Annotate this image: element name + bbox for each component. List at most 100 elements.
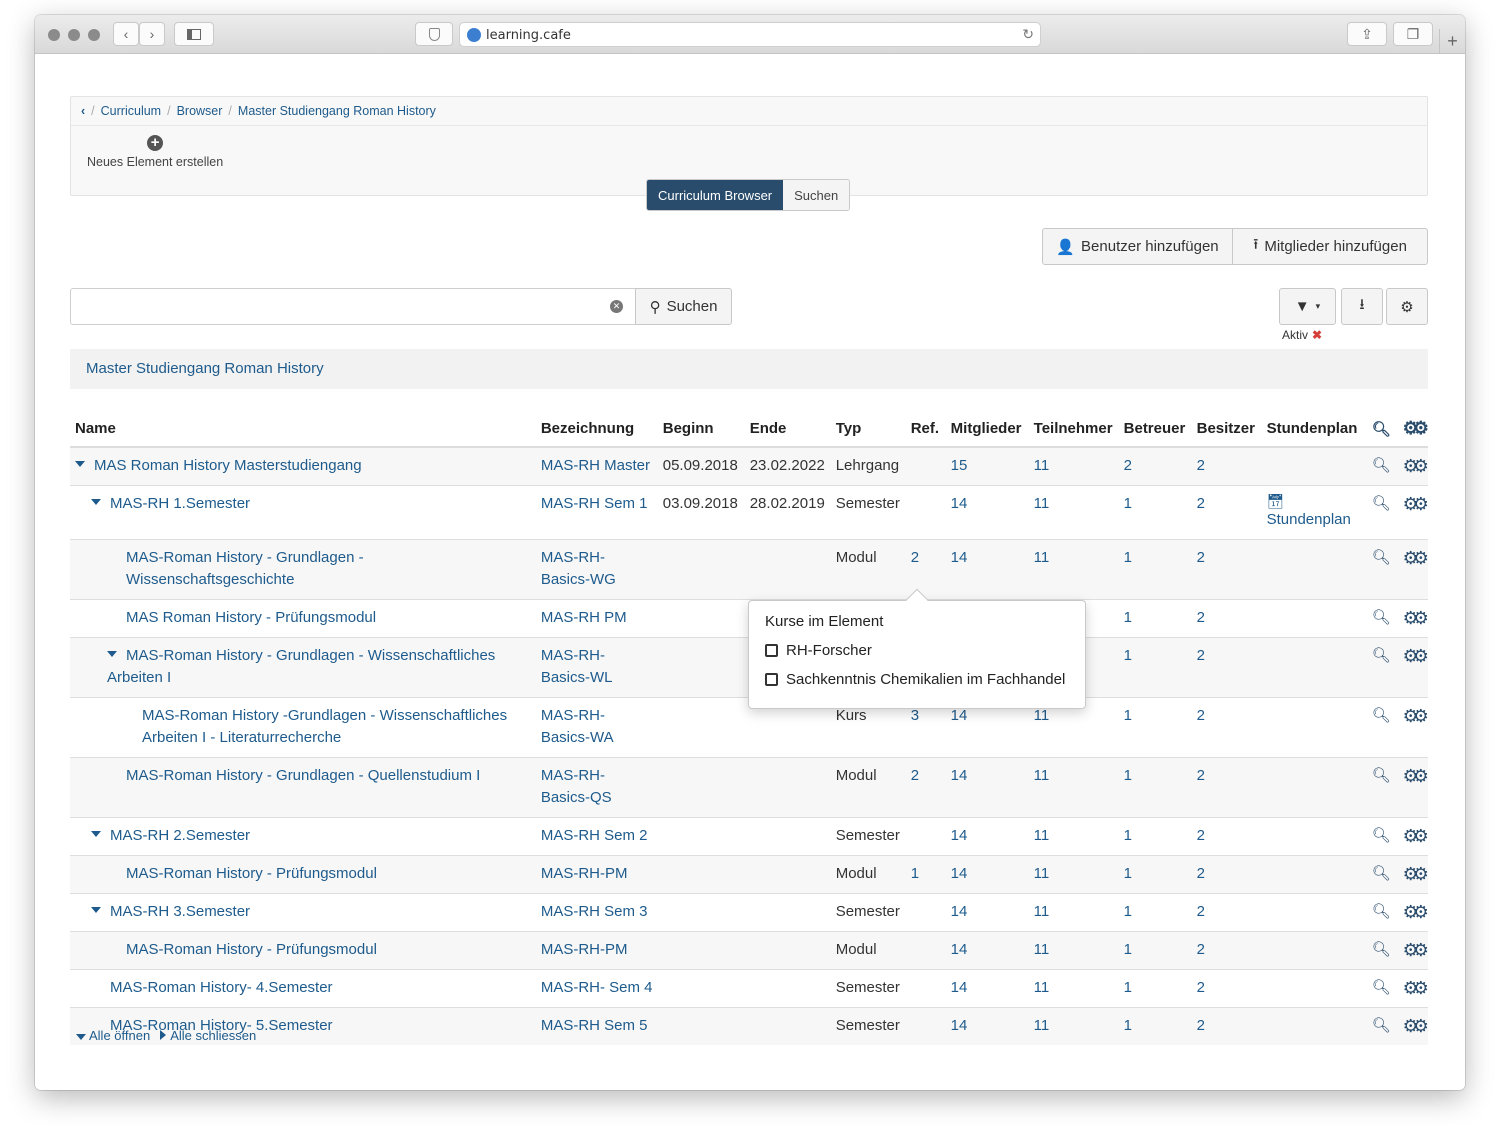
search-input[interactable]: ✕ [70,288,636,325]
row-bezeichnung-link[interactable]: MAS-RH-PM [541,941,628,958]
row-ref-link[interactable]: 2 [911,549,919,566]
col-ref[interactable]: Ref. [905,410,946,448]
settings-button[interactable]: ⚙ [1386,288,1428,325]
row-mitglieder-link[interactable]: 14 [951,903,968,920]
gears-icon[interactable]: ⚙⚙ [1403,455,1429,477]
row-mitglieder-link[interactable]: 14 [951,865,968,882]
row-besitzer-link[interactable]: 2 [1197,941,1205,958]
row-stundenplan-link[interactable]: Stundenplan [1267,511,1351,528]
row-bezeichnung-link[interactable]: MAS-RH-Basics-QS [541,767,612,806]
gears-icon[interactable]: ⚙⚙ [1403,1015,1429,1037]
row-mitglieder-link[interactable]: 14 [951,767,968,784]
privacy-button[interactable] [415,22,453,46]
zoom-icon[interactable]: 🔍︎ [1372,1015,1391,1037]
caret-down-icon[interactable] [91,499,101,506]
close-all-link[interactable]: Alle schliessen [160,1028,256,1043]
row-besitzer-link[interactable]: 2 [1197,647,1205,664]
row-betreuer-link[interactable]: 1 [1124,495,1132,512]
row-teilnehmer-link[interactable]: 11 [1034,1017,1050,1034]
zoom-icon[interactable]: 🔍︎ [1372,547,1391,569]
row-mitglieder-link[interactable]: 14 [951,979,968,996]
zoom-icon[interactable]: 🔍︎ [1372,455,1391,477]
row-name-link[interactable]: MAS-RH 1.Semester [110,495,250,512]
caret-down-icon[interactable] [91,907,101,914]
col-beginn[interactable]: Beginn [657,410,745,448]
gears-icon[interactable]: ⚙⚙ [1403,977,1429,999]
row-besitzer-link[interactable]: 2 [1197,979,1205,996]
gears-icon[interactable]: ⚙⚙ [1403,901,1429,923]
row-besitzer-link[interactable]: 2 [1197,865,1205,882]
col-typ[interactable]: Typ [830,410,906,448]
clear-icon[interactable]: ✕ [610,300,623,313]
add-members-button[interactable]: ⭱ Mitglieder hinzufügen [1232,228,1428,265]
address-bar[interactable]: learning.cafe ↻ [459,22,1041,47]
minimize-window-button[interactable] [68,29,80,41]
row-teilnehmer-link[interactable]: 11 [1034,865,1050,882]
row-betreuer-link[interactable]: 1 [1124,827,1132,844]
row-besitzer-link[interactable]: 2 [1197,549,1205,566]
row-betreuer-link[interactable]: 1 [1124,549,1132,566]
gears-icon[interactable]: ⚙⚙ [1403,863,1429,885]
col-name[interactable]: Name [70,410,536,448]
row-teilnehmer-link[interactable]: 11 [1034,707,1050,724]
row-besitzer-link[interactable]: 2 [1197,903,1205,920]
col-bezeichnung[interactable]: Bezeichnung [535,410,658,448]
row-teilnehmer-link[interactable]: 11 [1034,903,1050,920]
zoom-icon[interactable]: 🔍︎ [1372,939,1391,961]
chevron-left-icon[interactable]: ‹ [81,104,85,118]
row-bezeichnung-link[interactable]: MAS-RH-PM [541,865,628,882]
row-teilnehmer-link[interactable]: 11 [1034,549,1050,566]
gears-icon[interactable]: ⚙⚙ [1403,547,1429,569]
row-ref-link[interactable]: 2 [911,767,919,784]
tab-curriculum-browser[interactable]: Curriculum Browser [647,180,784,210]
col-stundenplan[interactable]: Stundenplan [1261,410,1367,448]
row-betreuer-link[interactable]: 1 [1124,941,1132,958]
breadcrumb-browser[interactable]: Browser [177,104,223,118]
tab-search[interactable]: Suchen [783,180,850,210]
row-name-link[interactable]: MAS-Roman History - Prüfungsmodul [126,941,377,958]
zoom-icon[interactable]: 🔍︎ [1372,825,1391,847]
popover-course-item[interactable]: RH-Forscher [765,642,1069,659]
row-bezeichnung-link[interactable]: MAS-RH Sem 3 [541,903,648,920]
zoom-icon[interactable]: 🔍︎ [1372,863,1391,885]
gears-icon[interactable]: ⚙⚙ [1403,493,1429,515]
share-button[interactable]: ⇪ [1347,22,1387,46]
row-name-link[interactable]: MAS Roman History - Prüfungsmodul [126,609,376,626]
zoom-icon[interactable]: 🔍︎ [1372,645,1391,667]
row-bezeichnung-link[interactable]: MAS-RH PM [541,609,627,626]
zoom-icon[interactable]: 🔍︎ [1372,901,1391,923]
row-bezeichnung-link[interactable]: MAS-RH-Basics-WG [541,549,616,588]
row-name-link[interactable]: MAS-Roman History - Grundlagen - Quellen… [126,767,480,784]
filter-button[interactable]: ▼ ▾ [1279,288,1336,325]
row-teilnehmer-link[interactable]: 11 [1034,827,1050,844]
search-button[interactable]: ⚲ Suchen [635,288,732,325]
gears-icon[interactable]: ⚙⚙ [1403,939,1429,961]
row-betreuer-link[interactable]: 1 [1124,979,1132,996]
caret-down-icon[interactable] [75,461,85,468]
gears-icon[interactable]: ⚙⚙ [1403,607,1429,629]
zoom-icon[interactable]: 🔍︎ [1372,705,1391,727]
forward-button[interactable]: › [139,22,165,46]
row-besitzer-link[interactable]: 2 [1197,457,1205,474]
close-window-button[interactable] [48,29,60,41]
row-mitglieder-link[interactable]: 14 [951,1017,968,1034]
row-bezeichnung-link[interactable]: MAS-RH Sem 5 [541,1017,648,1034]
row-besitzer-link[interactable]: 2 [1197,827,1205,844]
row-mitglieder-link[interactable]: 14 [951,707,968,724]
new-tab-button[interactable]: + [1439,29,1465,54]
row-betreuer-link[interactable]: 1 [1124,609,1132,626]
sidebar-toggle-button[interactable] [174,22,214,46]
row-bezeichnung-link[interactable]: MAS-RH-Basics-WL [541,647,613,686]
row-name-link[interactable]: MAS-RH 2.Semester [110,827,250,844]
gears-icon[interactable]: ⚙⚙ [1403,418,1429,439]
download-button[interactable]: ⭳ [1341,288,1383,325]
row-bezeichnung-link[interactable]: MAS-RH Sem 1 [541,495,648,512]
row-teilnehmer-link[interactable]: 11 [1034,457,1050,474]
row-betreuer-link[interactable]: 1 [1124,647,1132,664]
gears-icon[interactable]: ⚙⚙ [1403,705,1429,727]
row-mitglieder-link[interactable]: 14 [951,549,968,566]
zoom-icon[interactable]: 🔍︎ [1372,977,1391,999]
reload-icon[interactable]: ↻ [1022,26,1034,43]
gears-icon[interactable]: ⚙⚙ [1403,765,1429,787]
row-mitglieder-link[interactable]: 14 [951,941,968,958]
